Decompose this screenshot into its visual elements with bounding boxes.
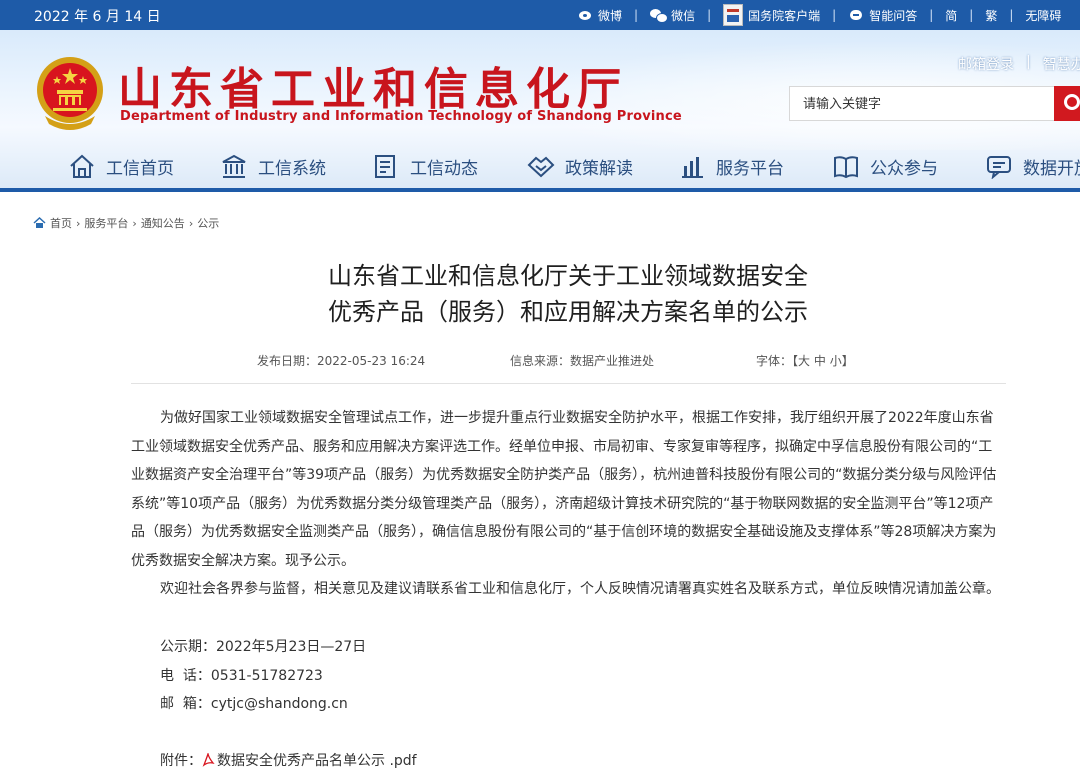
smart-qa-link[interactable]: 智能问答 [848,7,917,24]
article-title-line: 优秀产品（服务）和应用解决方案名单的公示 [328,298,808,326]
breadcrumb-notices[interactable]: 通知公告 [141,215,185,231]
simplified-chinese-link[interactable]: 简 [945,7,957,24]
nav-divider [0,188,1080,192]
smart-office-link[interactable]: 智慧办公 [1043,54,1080,74]
robot-icon [848,8,864,22]
nav-label: 政策解读 [565,158,633,179]
article-divider [131,383,1006,384]
current-date: 2022 年 6 月 14 日 [34,9,161,25]
chart-bars-icon [678,153,706,179]
accessibility-link[interactable]: 无障碍 [1025,7,1061,24]
search-box [789,86,1057,121]
state-council-app-icon [723,4,744,26]
weibo-link[interactable]: 微博 [577,7,622,24]
attachment-link[interactable]: 数据安全优秀产品名单公示 .pdf [217,750,417,770]
top-links: 微博 | 微信 | 国务院客户端 | 智能问答 | 简 | 繁 | 无障碍 [577,0,1061,30]
font-medium-button[interactable]: 中 [814,354,826,368]
chat-icon [985,153,1013,180]
font-size-label: 字体：【 [756,354,799,368]
smart-qa-label: 智能问答 [869,8,918,23]
home-icon [33,217,46,228]
nav-item-system[interactable]: 工信系统 [220,146,326,186]
nav-item-home[interactable]: 工信首页 [68,146,174,186]
breadcrumb-separator: › [76,216,81,230]
nav-item-news[interactable]: 工信动态 [372,146,478,186]
publish-date: 发布日期：2022-05-23 16:24 [257,354,426,368]
nav-item-data[interactable]: 数据开放 [985,146,1080,186]
search-button[interactable] [1054,86,1080,121]
breadcrumb: 首页 › 服务平台 › 通知公告 › 公示 [33,215,219,231]
info-source: 信息来源：数据产业推进处 [510,354,655,368]
nav-item-service[interactable]: 服务平台 [678,146,784,186]
article-paragraph: 为做好国家工业领域数据安全管理试点工作，进一步提升重点行业数据安全防护水平，根据… [131,410,997,569]
nav-item-public[interactable]: 公众参与 [832,146,938,186]
email-login-link[interactable]: 邮箱登录 [958,54,1014,74]
article-title-line: 山东省工业和信息化厅关于工业领域数据安全 [328,262,808,290]
top-bar: 2022 年 6 月 14 日 微博 | 微信 | 国务院客户端 | 智能问答 … [0,0,1080,30]
separator: | [969,8,974,22]
contact-email: 邮 箱：cytjc@shandong.cn [160,696,348,712]
weibo-icon [577,8,593,22]
nav-item-policy[interactable]: 政策解读 [527,146,633,186]
national-emblem-icon[interactable] [35,54,105,130]
weibo-label: 微博 [598,8,623,23]
font-small-button[interactable]: 小 [830,354,842,368]
state-council-app-link[interactable]: 国务院客户端 [723,4,820,26]
book-icon [832,153,860,179]
separator: | [1026,54,1031,70]
state-council-app-label: 国务院客户端 [748,8,821,23]
search-input[interactable] [790,87,1056,120]
separator: | [929,8,934,22]
main-nav: 工信首页 工信系统 工信动态 政策解读 服务平台 公众参与 数据开放 [0,146,1080,186]
separator: | [832,8,837,22]
handshake-icon [527,153,555,179]
news-icon [372,153,400,179]
font-large-button[interactable]: 大 [798,354,810,368]
font-size-control: 字体：【大 中 小】 [756,352,854,369]
breadcrumb-current[interactable]: 公示 [197,215,219,231]
attachment: 附件： 数据安全优秀产品名单公示 .pdf [160,750,417,770]
nav-label: 数据开放 [1023,158,1080,179]
institution-icon [220,153,248,179]
article-title: 山东省工业和信息化厅关于工业领域数据安全 优秀产品（服务）和应用解决方案名单的公… [0,258,1080,330]
site-title: 山东省工业和信息化厅 [118,64,628,115]
font-size-close: 】 [841,354,854,368]
separator: | [1009,8,1014,22]
wechat-icon [650,8,669,23]
attachment-label: 附件： [160,753,202,769]
home-icon [68,153,96,179]
search-icon [1064,94,1080,110]
breadcrumb-home[interactable]: 首页 [50,215,72,231]
nav-label: 服务平台 [716,158,784,179]
traditional-chinese-link[interactable]: 繁 [985,7,997,24]
nav-label: 工信首页 [106,158,174,179]
contact-phone: 电 话：0531-51782723 [160,668,323,684]
publicity-period: 公示期：2022年5月23日—27日 [160,639,367,655]
article-paragraph: 欢迎社会各界参与监督，相关意见及建议请联系省工业和信息化厅，个人反映情况请署真实… [160,581,1000,597]
login-links: 邮箱登录 | 智慧办公 [958,54,1080,74]
site-subtitle: Department of Industry and Information T… [120,109,682,124]
nav-label: 工信动态 [410,158,478,179]
separator: | [707,8,712,22]
pdf-icon [202,753,215,767]
separator: | [634,8,639,22]
breadcrumb-separator: › [188,216,194,230]
wechat-link[interactable]: 微信 [650,7,695,24]
wechat-label: 微信 [671,8,696,23]
nav-label: 工信系统 [258,158,326,179]
breadcrumb-separator: › [132,216,137,230]
breadcrumb-service[interactable]: 服务平台 [84,215,128,231]
nav-label: 公众参与 [870,158,938,179]
